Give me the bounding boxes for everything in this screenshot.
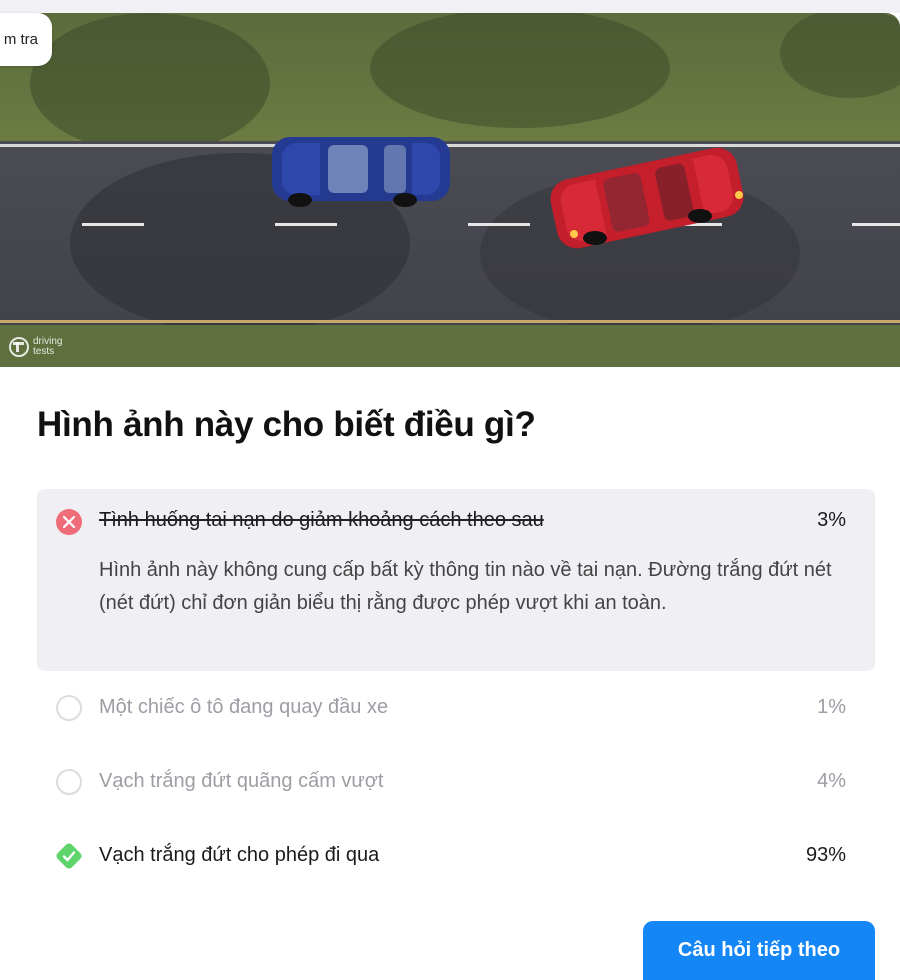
answer-percent: 4% — [817, 770, 846, 792]
watermark-logo: driving tests — [8, 336, 73, 358]
answer-option-1[interactable]: Tình huống tai nạn do giảm khoảng cách t… — [37, 489, 875, 671]
check-tab-label: m tra — [3, 31, 38, 48]
next-question-button[interactable]: Câu hỏi tiếp theo — [643, 921, 875, 980]
answer-percent: 93% — [805, 844, 846, 866]
check-tab-button[interactable]: m tra — [0, 13, 52, 66]
answer-percent: 1% — [817, 696, 846, 718]
watermark-text: driving tests — [33, 336, 63, 357]
road-scene-illustration — [0, 13, 900, 367]
driving-tests-logo-icon — [9, 337, 29, 357]
quiz-page: m tra driving tests Hình ảnh này cho biế… — [0, 0, 900, 980]
question-image — [0, 13, 900, 367]
question-title: Hình ảnh này cho biết điều gì? — [37, 405, 536, 444]
correct-check-icon — [56, 843, 82, 869]
answer-option-4[interactable]: Vạch trắng đứt cho phép đi qua 93% — [37, 819, 875, 893]
answer-label: Vạch trắng đứt quãng cấm vượt — [99, 770, 384, 792]
top-strip — [0, 0, 900, 13]
radio-circle-icon[interactable] — [56, 695, 82, 721]
wrong-x-icon — [56, 509, 82, 535]
answer-label: Tình huống tai nạn do giảm khoảng cách t… — [99, 509, 544, 531]
answer-label: Một chiếc ô tô đang quay đầu xe — [99, 696, 389, 718]
answer-label: Vạch trắng đứt cho phép đi qua — [99, 844, 380, 866]
answer-options: Tình huống tai nạn do giảm khoảng cách t… — [37, 489, 875, 893]
radio-circle-icon[interactable] — [56, 769, 82, 795]
answer-explanation: Hình ảnh này không cung cấp bất kỳ thông… — [99, 559, 832, 614]
answer-option-3[interactable]: Vạch trắng đứt quãng cấm vượt 4% — [37, 745, 875, 819]
answer-option-2[interactable]: Một chiếc ô tô đang quay đầu xe 1% — [37, 671, 875, 745]
answer-percent: 3% — [817, 509, 846, 531]
